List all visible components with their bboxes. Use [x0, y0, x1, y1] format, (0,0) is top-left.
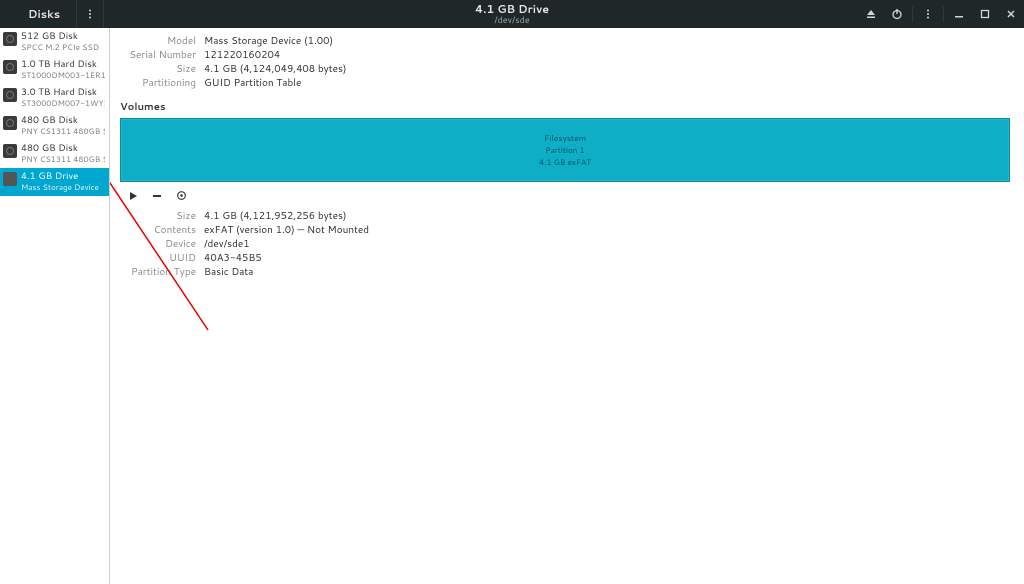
power-button[interactable]	[884, 0, 910, 28]
power-icon	[891, 8, 903, 20]
value-partitioning: GUID Partition Table	[204, 76, 301, 90]
minimize-icon	[954, 9, 964, 19]
volumes-heading: Volumes	[120, 100, 1010, 114]
mount-button[interactable]	[128, 188, 138, 205]
header-right	[858, 0, 1024, 28]
header-left: Disks	[0, 0, 104, 28]
delete-partition-button[interactable]	[152, 188, 162, 205]
hard-disk-icon	[3, 116, 17, 130]
value-size: 4.1 GB (4,124,049,408 bytes)	[204, 62, 347, 76]
kv-partitioning: Partitioning GUID Partition Table	[120, 76, 1010, 90]
volume-line1: Filesystem	[544, 132, 586, 144]
value-pptype: Basic Data	[204, 265, 253, 279]
sidebar-drive-0[interactable]: 512 GB DiskSPCC M.2 PCIe SSD	[0, 28, 109, 56]
value-model: Mass Storage Device (1.00)	[204, 34, 333, 48]
close-button[interactable]	[998, 0, 1024, 28]
volume-toolbar	[120, 182, 1010, 209]
sidebar-drive-4[interactable]: 480 GB DiskPNY CS1311 480GB SSD	[0, 140, 109, 168]
kv-psize: Size 4.1 GB (4,121,952,256 bytes)	[120, 209, 1010, 223]
drive-list: 512 GB DiskSPCC M.2 PCIe SSD 1.0 TB Hard …	[0, 28, 110, 584]
hard-disk-icon	[3, 60, 17, 74]
minimize-button[interactable]	[946, 0, 972, 28]
label-pptype: Partition Type	[120, 265, 204, 279]
label-size: Size	[120, 62, 204, 76]
value-psize: 4.1 GB (4,121,952,256 bytes)	[204, 209, 347, 223]
volume-partition-block[interactable]: Filesystem Partition 1 4.1 GB exFAT	[120, 118, 1010, 182]
volume-line2: Partition 1	[545, 144, 584, 156]
close-icon	[1006, 9, 1016, 19]
label-puuid: UUID	[120, 251, 204, 265]
drive-sub: ST3000DM007-1WY10G	[21, 98, 105, 109]
drive-sub: ST1000DM003-1ER162	[21, 70, 105, 81]
kv-model: Model Mass Storage Device (1.00)	[120, 34, 1010, 48]
partition-options-button[interactable]	[176, 188, 187, 205]
drive-sub: PNY CS1311 480GB SSD	[21, 154, 105, 165]
label-pcontents: Contents	[120, 223, 204, 237]
drive-labels: 3.0 TB Hard DiskST3000DM007-1WY10G	[21, 87, 105, 109]
hard-disk-icon	[3, 144, 17, 158]
drive-title: 4.1 GB Drive	[475, 3, 549, 15]
sidebar-drive-1[interactable]: 1.0 TB Hard DiskST1000DM003-1ER162	[0, 56, 109, 84]
drive-sub: SPCC M.2 PCIe SSD	[21, 42, 99, 53]
kebab-icon	[923, 9, 933, 19]
play-icon	[128, 191, 138, 201]
drive-labels: 4.1 GB DriveMass Storage Device	[21, 171, 99, 193]
sidebar-drive-5[interactable]: 4.1 GB DriveMass Storage Device	[0, 168, 109, 196]
value-pdevice: /dev/sde1	[204, 237, 250, 251]
label-pdevice: Device	[120, 237, 204, 251]
usb-drive-icon	[3, 172, 17, 186]
eject-button[interactable]	[858, 0, 884, 28]
kv-size: Size 4.1 GB (4,124,049,408 bytes)	[120, 62, 1010, 76]
kv-pdevice: Device /dev/sde1	[120, 237, 1010, 251]
hard-disk-icon	[3, 32, 17, 46]
drive-sub: Mass Storage Device	[21, 182, 99, 193]
kebab-icon	[85, 9, 95, 19]
body: 512 GB DiskSPCC M.2 PCIe SSD 1.0 TB Hard …	[0, 28, 1024, 584]
app-title: Disks	[0, 6, 76, 22]
hard-disk-icon	[3, 88, 17, 102]
volume-line3: 4.1 GB exFAT	[539, 156, 591, 168]
label-serial: Serial Number	[120, 48, 204, 62]
drive-labels: 512 GB DiskSPCC M.2 PCIe SSD	[21, 31, 99, 53]
sidebar-drive-2[interactable]: 3.0 TB Hard DiskST3000DM007-1WY10G	[0, 84, 109, 112]
kv-serial: Serial Number 121220160204	[120, 48, 1010, 62]
drive-labels: 1.0 TB Hard DiskST1000DM003-1ER162	[21, 59, 105, 81]
kv-pptype: Partition Type Basic Data	[120, 265, 1010, 279]
app-menu-button[interactable]	[76, 0, 104, 28]
drive-path: /dev/sde	[494, 15, 529, 25]
value-puuid: 40A3-45B5	[204, 251, 262, 265]
content: Model Mass Storage Device (1.00) Serial …	[110, 28, 1024, 584]
drive-labels: 480 GB DiskPNY CS1311 480GB SSD	[21, 143, 105, 165]
eject-icon	[865, 8, 877, 20]
header-bar: Disks 4.1 GB Drive /dev/sde	[0, 0, 1024, 28]
label-partitioning: Partitioning	[120, 76, 204, 90]
drive-labels: 480 GB DiskPNY CS1311 480GB SSD	[21, 115, 105, 137]
value-pcontents: exFAT (version 1.0) — Not Mounted	[204, 223, 369, 237]
drive-menu-button[interactable]	[915, 0, 941, 28]
gear-icon	[176, 190, 187, 201]
label-psize: Size	[120, 209, 204, 223]
value-serial: 121220160204	[204, 48, 280, 62]
kv-puuid: UUID 40A3-45B5	[120, 251, 1010, 265]
header-sep2	[943, 6, 944, 23]
sidebar-drive-3[interactable]: 480 GB DiskPNY CS1311 480GB SSD	[0, 112, 109, 140]
drive-sub: PNY CS1311 480GB SSD	[21, 126, 105, 137]
maximize-icon	[980, 9, 990, 19]
maximize-button[interactable]	[972, 0, 998, 28]
label-model: Model	[120, 34, 204, 48]
minus-icon	[152, 191, 162, 201]
kv-pcontents: Contents exFAT (version 1.0) — Not Mount…	[120, 223, 1010, 237]
header-sep	[912, 6, 913, 23]
